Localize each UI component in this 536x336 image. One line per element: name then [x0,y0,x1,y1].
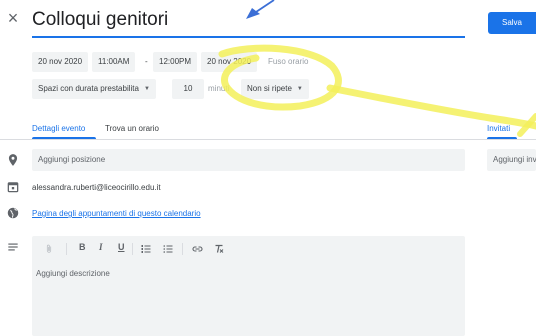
description-lines-icon [8,243,18,251]
dropdown-caret-icon: ▼ [143,86,150,92]
repeat-dropdown[interactable]: Non si ripete ▼ [241,79,309,99]
dropdown-caret-icon: ▼ [296,86,303,92]
slot-type-label: Spazi con durata prestabilita [38,84,139,93]
close-icon[interactable]: × [6,8,20,28]
globe-icon [7,207,19,219]
event-title-field[interactable]: Colloqui genitori [32,6,465,38]
description-editor[interactable]: B I U Aggiungi descrizione [32,236,465,336]
time-separator: - [145,57,148,66]
save-button[interactable]: Salva [488,12,536,34]
start-time-chip[interactable]: 11:00AM [92,52,136,72]
event-title: Colloqui genitori [32,9,169,30]
description-placeholder: Aggiungi descrizione [36,269,110,278]
underline-button[interactable]: U [118,242,125,252]
guests-tab[interactable]: Invitati [487,124,510,133]
link-icon[interactable] [191,243,204,255]
clear-formatting-icon[interactable] [213,243,225,255]
duration-unit: minuti [208,84,230,93]
bold-button[interactable]: B [79,242,86,252]
end-date-chip[interactable]: 20 nov 2020 [201,52,258,72]
tab-find-time[interactable]: Trova un orario [105,124,159,133]
highlighter-stroke [326,84,536,130]
paperclip-icon[interactable] [44,243,54,255]
add-guests-input[interactable]: Aggiungi inv [487,149,536,171]
end-time-chip[interactable]: 12:00PM [153,52,198,72]
toolbar-separator [132,243,133,255]
duration-input[interactable]: 10 [172,79,204,99]
location-input[interactable]: Aggiungi posizione [32,149,465,171]
highlighter-tail [517,113,536,137]
booking-page-link[interactable]: Pagina degli appuntamenti di questo cale… [32,209,201,218]
numbered-list-icon[interactable] [140,243,152,255]
tab-event-details[interactable]: Dettagli evento [32,124,85,133]
calendar-icon [7,182,19,193]
start-date-chip[interactable]: 20 nov 2020 [32,52,89,72]
toolbar-separator [66,243,67,255]
tabs-divider [0,139,536,140]
timezone-link[interactable]: Fuso orario [268,57,308,66]
italic-button[interactable]: I [99,242,103,252]
toolbar-separator [182,243,183,255]
location-pin-icon [8,154,18,166]
slot-type-dropdown[interactable]: Spazi con durata prestabilita ▼ [32,79,156,99]
calendar-owner-email: alessandra.ruberti@liceocirillo.edu.it [32,183,161,192]
repeat-label: Non si ripete [247,84,292,93]
bulleted-list-icon[interactable] [162,243,174,255]
